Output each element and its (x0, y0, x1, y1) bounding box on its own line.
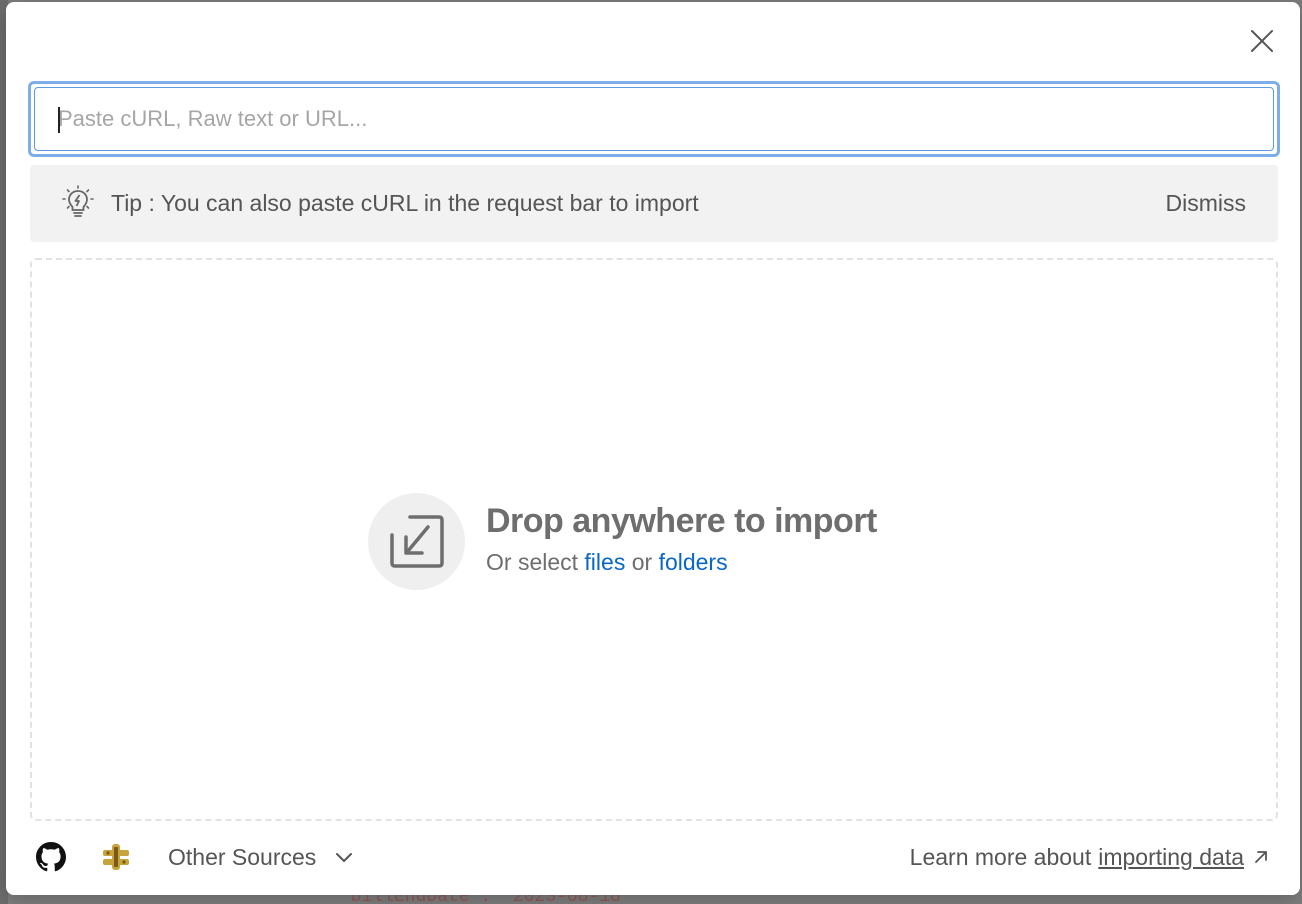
drop-sub-or: or (631, 549, 653, 575)
select-files-link[interactable]: files (584, 549, 625, 575)
importing-data-link[interactable]: importing data (1098, 844, 1244, 871)
drop-sub-prefix: Or select (486, 549, 579, 575)
search-input[interactable] (34, 87, 1274, 151)
learn-more: Learn more about importing data (910, 842, 1270, 872)
search-field-wrapper (28, 81, 1280, 157)
external-link-icon (1255, 851, 1267, 863)
drop-title: Drop anywhere to import (486, 502, 877, 540)
github-source-button[interactable] (36, 842, 66, 872)
lightbulb-icon (62, 185, 94, 217)
import-icon-circle (368, 493, 465, 590)
close-icon (1251, 30, 1273, 52)
other-sources-label: Other Sources (168, 843, 317, 870)
tip-text: Tip : You can also paste cURL in the req… (111, 190, 699, 216)
select-folders-link[interactable]: folders (659, 549, 728, 575)
import-icon (389, 514, 444, 568)
swagger-icon (103, 844, 129, 870)
close-button[interactable] (1246, 25, 1278, 57)
chevron-down-icon (336, 853, 353, 862)
tip-banner: Tip : You can also paste cURL in the req… (30, 165, 1278, 242)
dismiss-button[interactable]: Dismiss (1166, 189, 1247, 217)
drop-subtitle: Or select files or folders (486, 549, 728, 576)
other-sources-dropdown[interactable]: Other Sources (168, 842, 354, 872)
import-modal: Tip : You can also paste cURL in the req… (6, 2, 1300, 895)
drop-zone[interactable]: Drop anywhere to import Or select files … (30, 258, 1278, 821)
github-icon (36, 842, 66, 872)
swagger-source-button[interactable] (101, 842, 131, 872)
text-caret (58, 107, 60, 133)
learn-more-prefix: Learn more about (909, 843, 1092, 870)
